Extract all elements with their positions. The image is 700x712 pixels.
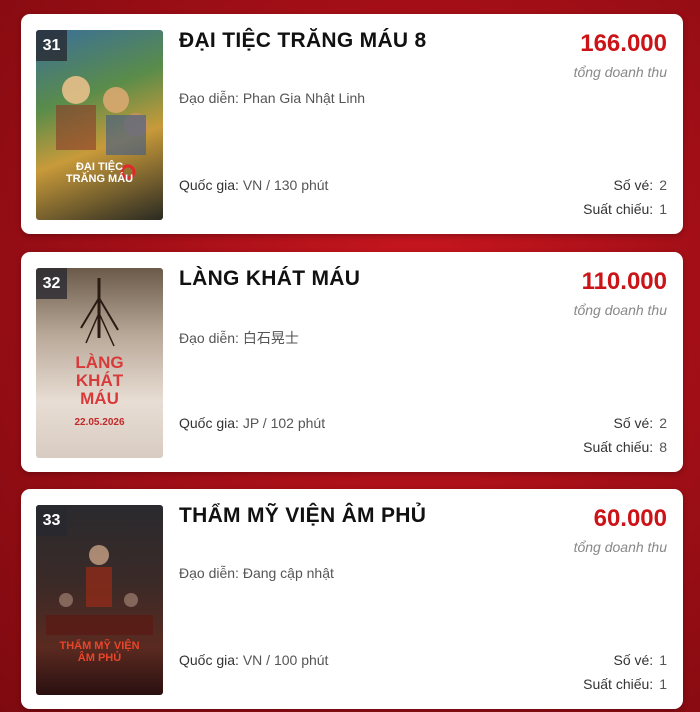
director-label: Đạo diễn:	[179, 90, 239, 106]
director-name: Phan Gia Nhật Linh	[242, 90, 366, 106]
tickets-stat: Số vé: 2	[613, 177, 668, 193]
country-label: Quốc gia:	[179, 177, 239, 193]
poster-date: 22.05.2026	[74, 417, 125, 428]
tickets-stat: Số vé: 1	[613, 652, 668, 668]
showings-stat: Suất chiếu: 1	[583, 201, 667, 217]
director-label: Đạo diễn:	[179, 330, 239, 346]
country-info: Quốc gia: VN / 130 phút	[179, 177, 328, 193]
revenue-label: tổng doanh thu	[573, 64, 667, 80]
tickets-stat: Số vé: 2	[613, 415, 668, 431]
rank-badge: 32	[36, 268, 67, 299]
country-label: Quốc gia:	[179, 415, 239, 431]
rank-badge: 33	[36, 505, 67, 536]
poster-title: ĐẠI TIỆC TRĂNG MÁU	[65, 161, 134, 185]
movie-title[interactable]: THẨM MỸ VIỆN ÂM PHỦ	[179, 504, 426, 528]
director-name: Đang cập nhật	[242, 565, 334, 581]
showings-stat: Suất chiếu: 1	[583, 676, 667, 692]
country-info: Quốc gia: JP / 102 phút	[179, 415, 325, 431]
movie-title[interactable]: LÀNG KHÁT MÁU	[179, 267, 360, 291]
revenue-label: tổng doanh thu	[573, 302, 667, 318]
movie-poster[interactable]: 31 ĐẠI TIỆC TRĂNG MÁU	[36, 30, 163, 220]
movie-poster[interactable]: 32 LÀNG KHÁT MÁU 22.05.2026	[36, 268, 163, 458]
movie-poster[interactable]: 33 THẨM MỸ VIỆN ÂM PHỦ	[36, 505, 163, 695]
country-value: VN / 130 phút	[242, 177, 329, 193]
movie-card[interactable]: 32 LÀNG KHÁT MÁU 22.05.2026 LÀNG KHÁT MÁ…	[21, 252, 683, 472]
director-info: Đạo diễn: Đang cập nhật	[179, 565, 334, 581]
poster-title: LÀNG KHÁT MÁU	[75, 353, 124, 408]
poster-title: THẨM MỸ VIỆN ÂM PHỦ	[59, 640, 140, 664]
director-name: 白石晃士	[242, 330, 299, 346]
director-info: Đạo diễn: 白石晃士	[179, 328, 299, 348]
rank-badge: 31	[36, 30, 67, 61]
revenue-value: 166.000	[580, 30, 667, 57]
showings-stat: Suất chiếu: 8	[583, 439, 667, 455]
director-label: Đạo diễn:	[179, 565, 239, 581]
revenue-label: tổng doanh thu	[573, 539, 667, 555]
revenue-value: 60.000	[593, 505, 667, 532]
country-value: VN / 100 phút	[242, 652, 329, 668]
director-info: Đạo diễn: Phan Gia Nhật Linh	[179, 90, 365, 106]
movie-card[interactable]: 31 ĐẠI TIỆC TRĂNG MÁU ĐẠI TIỆC TRĂNG MÁU…	[21, 14, 683, 234]
country-label: Quốc gia:	[179, 652, 239, 668]
movie-title[interactable]: ĐẠI TIỆC TRĂNG MÁU 8	[179, 29, 427, 53]
movie-card[interactable]: 33 THẨM MỸ VIỆN ÂM PHỦ THẨM MỸ VIỆN ÂM P…	[21, 489, 683, 709]
revenue-value: 110.000	[581, 268, 667, 295]
country-info: Quốc gia: VN / 100 phút	[179, 652, 328, 668]
country-value: JP / 102 phút	[242, 415, 326, 431]
